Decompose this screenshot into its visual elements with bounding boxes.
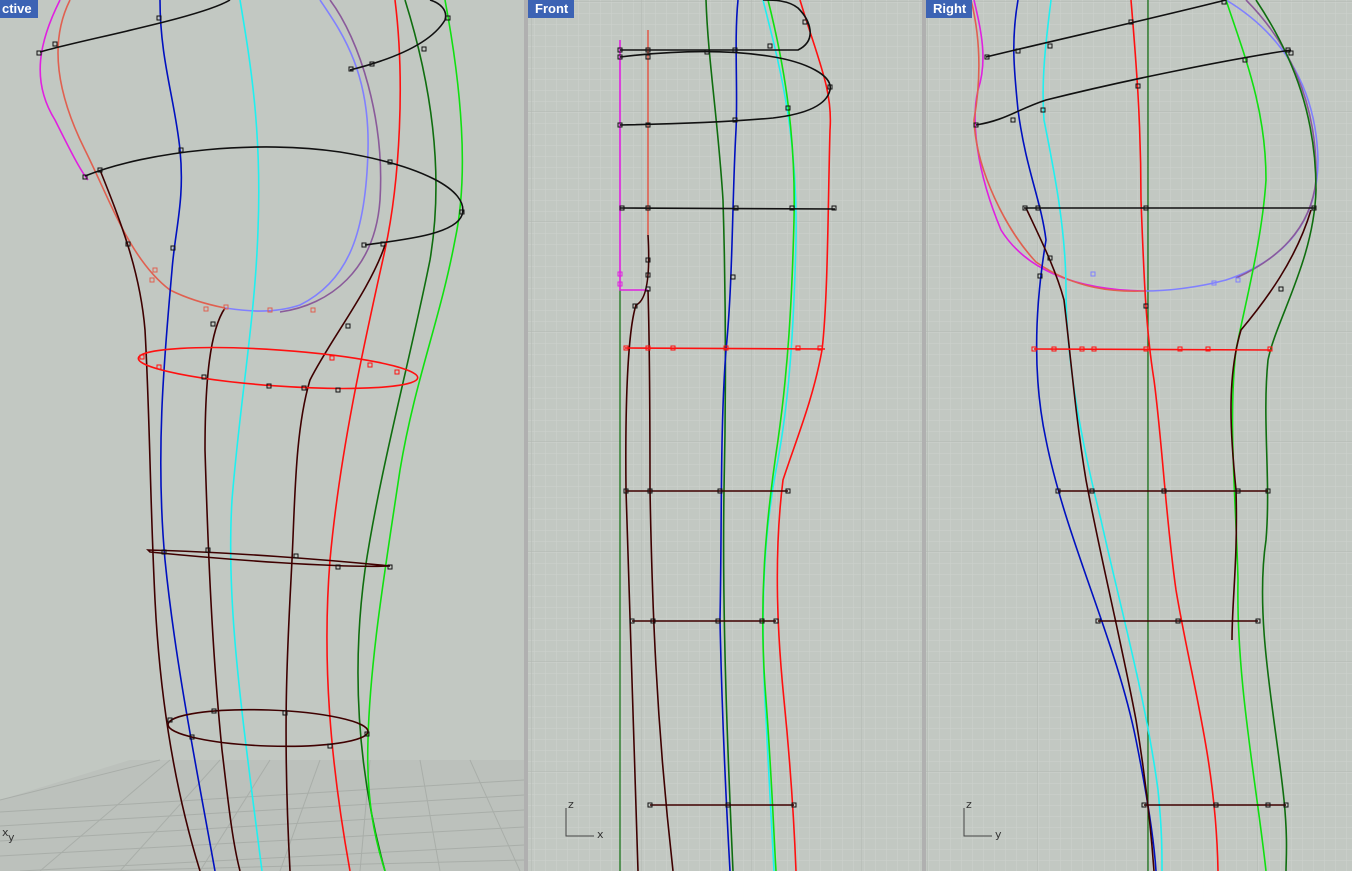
viewport-title-right[interactable]: Right	[926, 0, 973, 18]
persp-violet-curve	[224, 0, 369, 312]
persp-top-section	[39, 0, 447, 71]
right-viewport[interactable]: Right z y	[926, 0, 1352, 871]
persp-magenta-curve	[39, 0, 89, 181]
front-canvas[interactable]	[528, 0, 922, 871]
perspective-viewport[interactable]: ctive x y	[0, 0, 524, 871]
persp-darkred-section-1	[146, 549, 391, 568]
front-viewport[interactable]: Front z x	[528, 0, 922, 871]
persp-salmon-curve	[57, 0, 226, 309]
right-axis-z-label: z	[966, 798, 972, 811]
persp-green-curve	[366, 0, 464, 871]
front-red-section	[624, 347, 826, 350]
persp-darkgreen-curve	[357, 0, 437, 871]
right-canvas[interactable]	[926, 0, 1352, 871]
perspective-canvas[interactable]	[0, 0, 524, 871]
front-axis-z-label: z	[568, 798, 574, 811]
persp-cyan-curve	[229, 0, 263, 871]
front-black-section-3	[619, 207, 836, 210]
persp-red-curve	[326, 0, 401, 871]
front-axis-x-label: x	[597, 828, 604, 841]
perspective-floor-grid	[0, 759, 524, 871]
viewport-title-front[interactable]: Front	[528, 0, 575, 18]
right-axis-y-label: y	[995, 828, 1002, 841]
persp-mid-section	[84, 146, 464, 246]
persp-axis-y-label: y	[8, 831, 15, 844]
viewport-title-perspective[interactable]: ctive	[0, 0, 38, 18]
persp-red-section	[137, 346, 419, 390]
right-red-section	[1033, 348, 1272, 351]
persp-darkred-section-2	[167, 708, 369, 748]
